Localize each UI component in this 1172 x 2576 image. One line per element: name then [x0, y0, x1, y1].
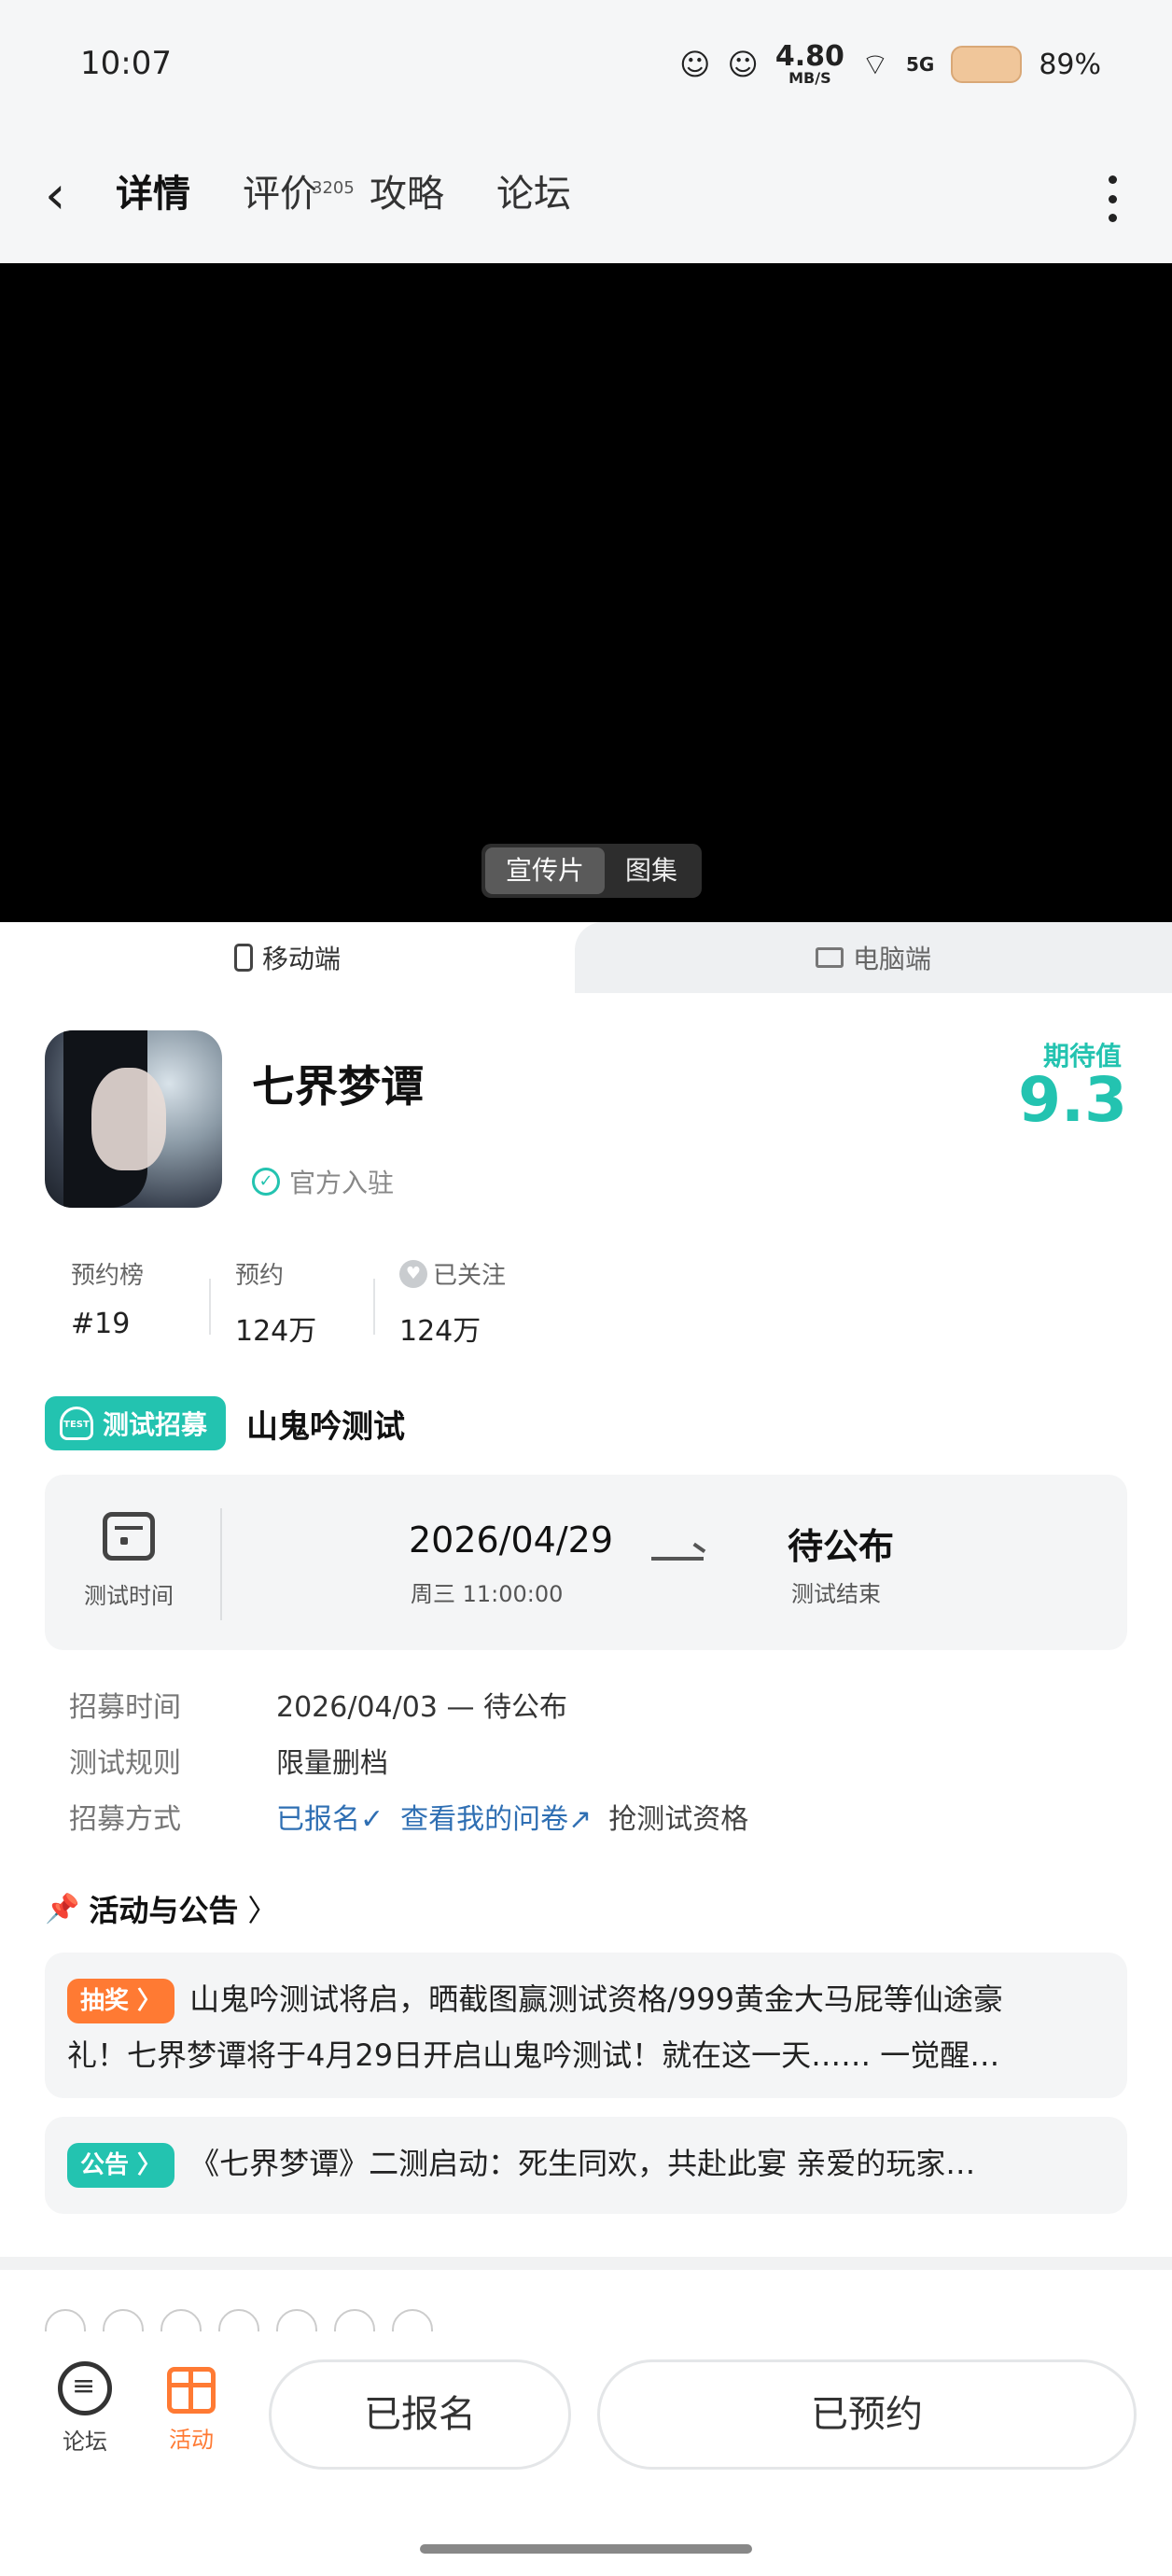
test-icon: TEST — [60, 1407, 93, 1440]
stats-row: 预约榜 #19 预约 124万 ♥ 已关注 124万 — [45, 1256, 537, 1349]
stat-rank[interactable]: 预约榜 #19 — [45, 1256, 209, 1349]
test-start-date: 2026/04/29 — [409, 1519, 614, 1561]
home-indicator[interactable] — [420, 2544, 752, 2554]
app-notification-icon: ☺ — [727, 47, 759, 82]
tag-chip[interactable] — [334, 2309, 375, 2331]
test-end-label: 测试结束 — [791, 1581, 881, 1607]
recruit-info: 招募时间 2026/04/03 — 待公布 测试规则 限量删档 招募方式 已报名… — [69, 1676, 748, 1844]
tab-reviews-label: 评价 — [243, 173, 317, 216]
signal-5g: 5G — [905, 53, 935, 76]
tag-chip[interactable] — [276, 2309, 317, 2331]
expectation-score: 9.3 — [1018, 1064, 1127, 1136]
media-option-gallery[interactable]: 图集 — [605, 847, 698, 894]
status-time: 10:07 — [80, 45, 172, 82]
game-title: 七界梦谭 — [252, 1061, 424, 1112]
test-start-time: 周三 11:00:00 — [411, 1581, 564, 1607]
test-end-date: 待公布 — [788, 1526, 895, 1567]
test-schedule: 测试时间 2026/04/29 周三 11:00:00 待公布 测试结束 — [45, 1475, 1127, 1650]
back-icon[interactable]: ‹ — [45, 168, 91, 224]
wifi-icon: ⌔ — [860, 47, 889, 82]
media-option-trailer[interactable]: 宣传片 — [485, 847, 606, 894]
gift-icon — [167, 2367, 216, 2414]
pin-icon: 📌 — [45, 1892, 80, 1925]
signed-up-link[interactable]: 已报名✓ — [276, 1796, 384, 1837]
official-label: 官方入驻 — [289, 1168, 395, 1198]
calendar-icon — [103, 1512, 155, 1561]
announcement-tag: 公告 〉 — [67, 2143, 175, 2188]
view-survey-link[interactable]: 查看我的问卷↗ — [400, 1796, 592, 1837]
lottery-tag: 抽奖 〉 — [67, 1979, 175, 2023]
tag-chip[interactable] — [160, 2309, 202, 2331]
platform-tab-mobile[interactable]: 移动端 — [0, 922, 575, 993]
signed-up-button[interactable]: 已报名 — [269, 2359, 571, 2470]
media-toggle: 宣传片 图集 — [481, 844, 703, 898]
heart-icon: ♥ — [399, 1259, 427, 1288]
network-speed: 4.80 MB/S — [774, 40, 844, 87]
reserved-button[interactable]: 已预约 — [597, 2359, 1137, 2470]
tab-forum[interactable]: 论坛 — [496, 164, 571, 224]
video-player[interactable]: 宣传片 图集 — [0, 263, 1172, 922]
forum-icon — [58, 2361, 112, 2415]
notification-icon: ☺ — [679, 47, 711, 82]
info-row-test-rules: 测试规则 限量删档 — [69, 1747, 388, 1780]
battery-percent: 89% — [1039, 48, 1101, 81]
detail-tabs: 详情 评价 3205 攻略 论坛 — [112, 164, 571, 224]
more-options-icon[interactable] — [1105, 175, 1120, 222]
phone-icon — [233, 944, 253, 972]
test-time: 测试时间 — [82, 1512, 175, 1610]
tab-details[interactable]: 详情 — [112, 164, 194, 224]
tab-reviews[interactable]: 评价 3205 — [243, 164, 355, 224]
stat-reservations: 预约 124万 — [209, 1256, 373, 1349]
official-badge: ✓ 官方入驻 — [252, 1163, 394, 1200]
status-bar: 10:07 ☺ ☺ 4.80 MB/S ⌔ 5G 89% — [0, 0, 1172, 131]
game-icon — [45, 1030, 222, 1208]
bottom-events-button[interactable]: 活动 — [149, 2361, 233, 2454]
info-row-recruit-method: 招募方式 已报名✓ 查看我的问卷↗ 抢测试资格 — [69, 1788, 748, 1844]
tag-chip[interactable] — [392, 2309, 433, 2331]
event-card-announcement[interactable]: 公告 〉《七界梦谭》二测启动：死生同欢，共赴此宴 亲爱的玩家… — [45, 2117, 1127, 2214]
grab-qualification-link[interactable]: 抢测试资格 — [608, 1796, 748, 1837]
bottom-bar: 论坛 活动 已报名 已预约 — [0, 2331, 1172, 2576]
tag-chip[interactable] — [218, 2309, 259, 2331]
bottom-forum-button[interactable]: 论坛 — [43, 2361, 127, 2456]
platform-mobile-label: 移动端 — [261, 944, 341, 974]
status-indicators: ☺ ☺ 4.80 MB/S ⌔ 5G 89% — [679, 43, 1101, 86]
chevron-right-icon: 〉 — [247, 1893, 278, 1928]
monitor-icon — [815, 947, 844, 968]
top-nav: ‹ 详情 评价 3205 攻略 论坛 — [0, 131, 1172, 263]
tab-guides[interactable]: 攻略 — [370, 164, 444, 224]
platform-pc-label: 电脑端 — [852, 944, 931, 974]
platform-tabs: 移动端 电脑端 — [0, 922, 1172, 993]
tag-chip[interactable] — [45, 2309, 86, 2331]
event-card-lottery[interactable]: 抽奖 〉山鬼吟测试将启，晒截图赢测试资格/999黄金大马屁等仙途豪 礼！七界梦谭… — [45, 1953, 1127, 2098]
verified-icon: ✓ — [252, 1168, 280, 1196]
events-heading[interactable]: 📌 活动与公告 〉 — [45, 1887, 277, 1930]
recruit-title: 山鬼吟测试 — [246, 1407, 406, 1446]
platform-tab-pc[interactable]: 电脑端 — [575, 922, 1172, 993]
reviews-count-badge: 3205 — [312, 178, 355, 198]
battery-icon — [951, 46, 1023, 83]
info-row-recruit-time: 招募时间 2026/04/03 — 待公布 — [69, 1691, 567, 1724]
tag-chips — [45, 2309, 1127, 2331]
arrow-right-icon — [651, 1557, 704, 1561]
stat-followed[interactable]: ♥ 已关注 124万 — [373, 1256, 537, 1349]
recruit-badge: TEST 测试招募 — [45, 1396, 227, 1450]
recruit-header: TEST 测试招募 山鬼吟测试 — [45, 1396, 405, 1450]
tag-chip[interactable] — [103, 2309, 144, 2331]
